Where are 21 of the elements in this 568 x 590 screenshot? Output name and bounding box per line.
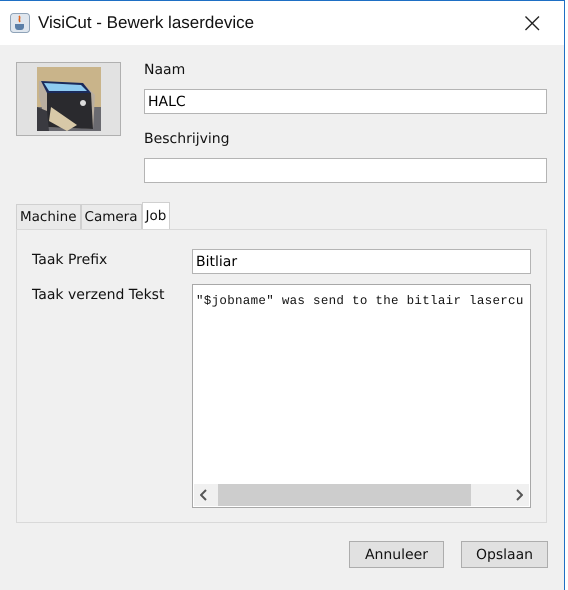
text-line: "$jobname" was send to the bitlair lasercu (196, 294, 524, 308)
image-frame[interactable] (16, 62, 121, 136)
close-button[interactable]: × (514, 9, 550, 37)
text-area[interactable]: "$jobname" was send to the bitlair lasercu (192, 284, 531, 508)
tab[interactable]: Camera (80, 204, 142, 229)
horizontal-scrollbar[interactable] (194, 484, 529, 506)
scroll-left-icon[interactable] (200, 489, 208, 501)
description-field[interactable] (144, 158, 547, 183)
window-title: VisiCut - Bewerk laserdevice (38, 13, 254, 33)
dialog-button[interactable]: Opslaan (461, 541, 548, 568)
prefix-label: Taak Prefix (32, 251, 108, 268)
description-label: Beschrijving (144, 131, 231, 149)
dialog-button[interactable]: Annuleer (349, 541, 444, 568)
scroll-right-icon[interactable] (515, 489, 523, 501)
prefix-field[interactable]: Bitliar (192, 249, 531, 274)
name-label: Naam (144, 62, 186, 80)
name-field[interactable]: HALC (144, 89, 547, 114)
tab[interactable]: Machine (16, 204, 81, 229)
coffee-cup-icon (10, 13, 30, 33)
send-text-label: Taak verzend Tekst (32, 286, 166, 303)
tab[interactable]: Job (142, 202, 170, 229)
